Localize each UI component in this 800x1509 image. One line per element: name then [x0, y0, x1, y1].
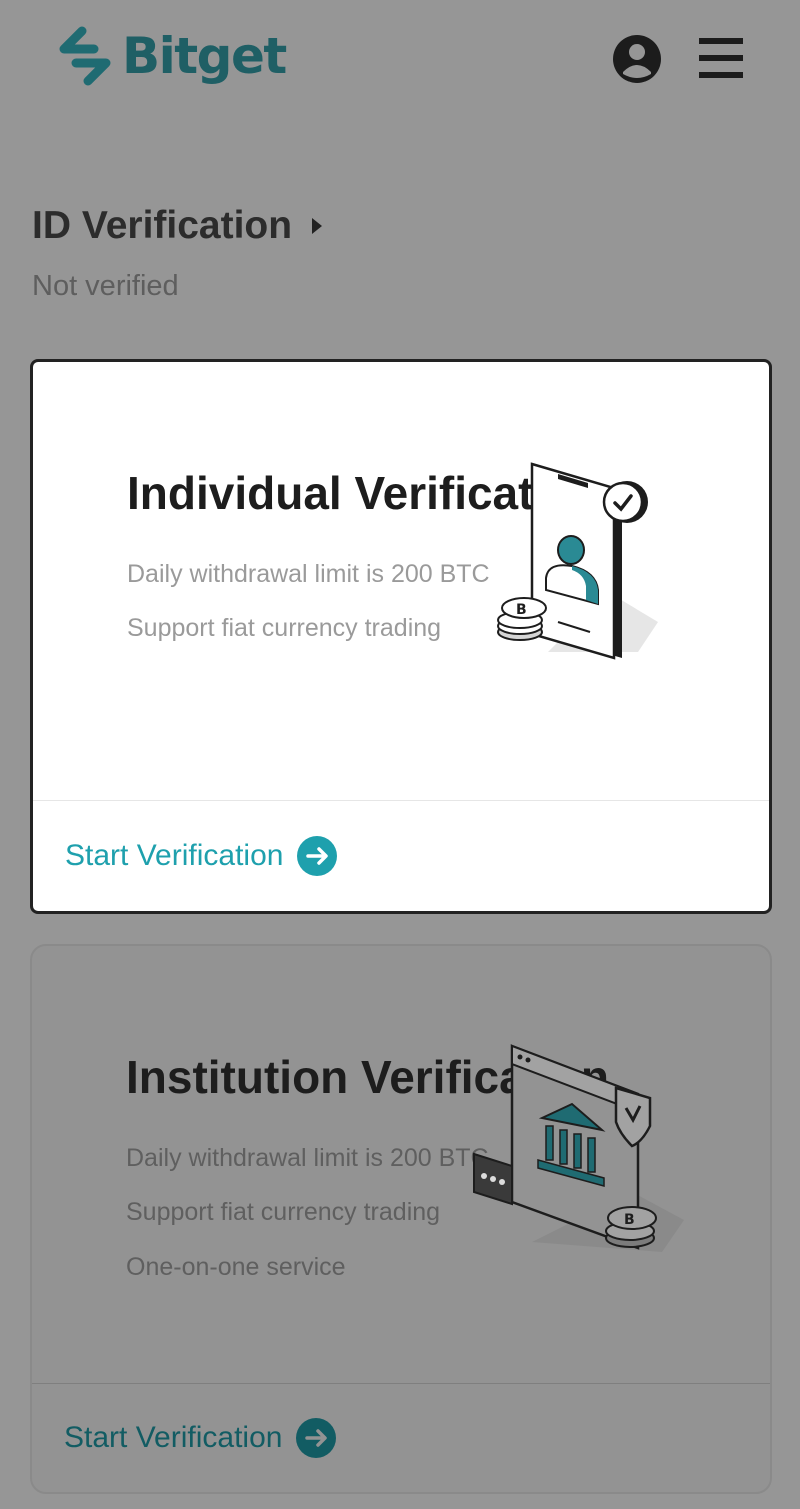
- id-verification-title: ID Verification: [32, 204, 293, 247]
- caret-right-icon: [312, 218, 323, 234]
- brand-name: Bitget: [122, 27, 287, 85]
- card-divider: [32, 1383, 770, 1384]
- id-verification-link[interactable]: ID Verification: [32, 204, 324, 248]
- svg-text:B: B: [624, 1212, 635, 1228]
- svg-text:B: B: [516, 602, 527, 618]
- verification-status: Not verified: [32, 270, 179, 302]
- start-verification-label: Start Verification: [64, 1421, 283, 1454]
- card-feature: One-on-one service: [126, 1253, 346, 1281]
- start-verification-label: Start Verification: [65, 839, 284, 872]
- individual-verification-card[interactable]: Individual Verification Daily withdrawal…: [30, 359, 772, 914]
- bitget-logo-icon: [59, 26, 111, 86]
- hamburger-menu-icon[interactable]: [697, 34, 745, 82]
- start-verification-button[interactable]: Start Verification: [64, 1418, 337, 1458]
- card-feature: Daily withdrawal limit is 200 BTC: [127, 560, 490, 588]
- institution-verification-card[interactable]: Institution Verification Daily withdrawa…: [30, 944, 772, 1494]
- card-feature: Support fiat currency trading: [127, 614, 442, 642]
- bitget-logo[interactable]: Bitget: [56, 24, 287, 88]
- card-feature: Support fiat currency trading: [126, 1198, 441, 1226]
- arrow-right-circle-icon: [297, 836, 338, 876]
- start-verification-button[interactable]: Start Verification: [65, 836, 338, 876]
- card-feature: Daily withdrawal limit is 200 BTC: [126, 1144, 489, 1172]
- card-divider: [33, 800, 769, 801]
- arrow-right-circle-icon: [296, 1418, 337, 1458]
- phone-id-illustration: B: [497, 462, 658, 660]
- top-bar: Bitget: [0, 0, 800, 120]
- user-circle-icon[interactable]: [610, 32, 664, 86]
- institution-bank-illustration: B: [473, 1044, 684, 1252]
